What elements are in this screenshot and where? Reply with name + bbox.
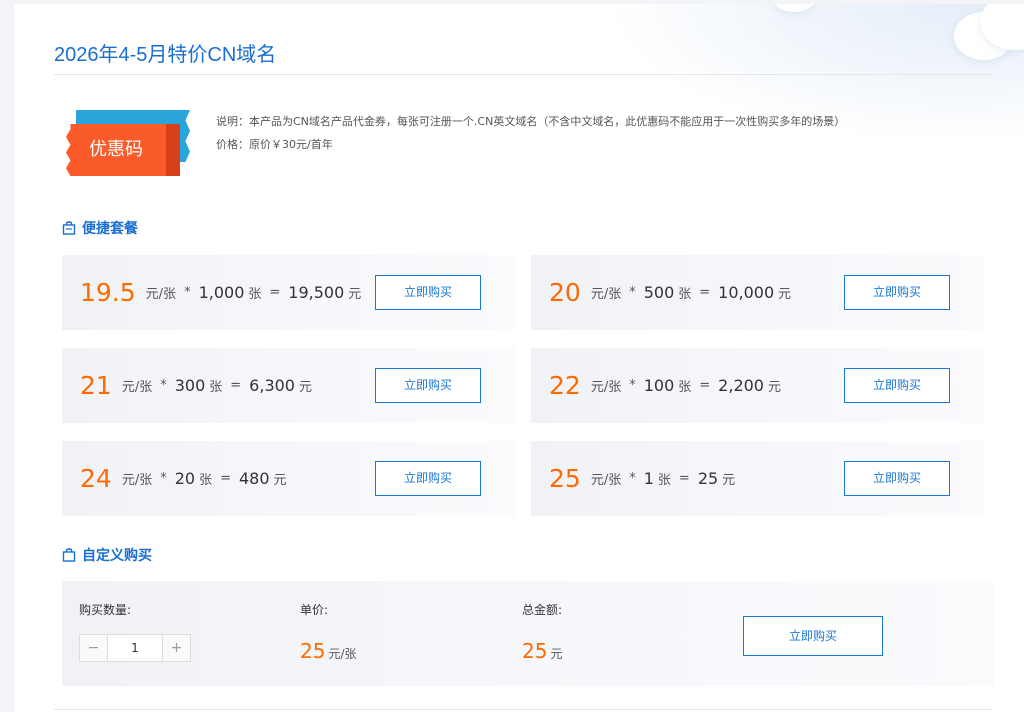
buy-now-button[interactable]: 立即购买 [844, 275, 950, 310]
package-price: 20 [549, 278, 581, 307]
package-total-unit: 元 [722, 473, 736, 488]
package-total: 480 [238, 469, 270, 488]
package-total: 19,500 [288, 283, 345, 302]
package-total: 2,200 [718, 376, 764, 395]
custom-purchase-heading-label: 自定义购买 [82, 548, 152, 564]
packages-heading-label: 便捷套餐 [82, 221, 138, 237]
package-formula: 19.5 元/张 * 1,000 张 = 19,500 元 [80, 255, 361, 330]
title-divider [54, 74, 992, 75]
package-card: 19.5 元/张 * 1,000 张 = 19,500 元 立即购买 [62, 255, 515, 330]
equals-sign: = [699, 285, 711, 300]
buy-now-button[interactable]: 立即购买 [375, 461, 481, 496]
package-price-unit: 元/张 [121, 473, 153, 488]
page-title: 2026年4-5月特价CN域名 [54, 44, 277, 66]
multiply-sign: * [629, 471, 636, 486]
package-price: 24 [80, 464, 112, 493]
coupon-graphic: 优惠码 [66, 110, 192, 180]
package-total-unit: 元 [767, 380, 781, 395]
package-price-unit: 元/张 [590, 380, 622, 395]
packages-heading: 便捷套餐 [62, 218, 138, 238]
price-line: 价格：原价￥30元/首年 [216, 138, 333, 151]
equals-sign: = [230, 378, 242, 393]
package-card: 24 元/张 * 20 张 = 480 元 立即购买 [62, 441, 515, 516]
increment-button[interactable]: + [162, 635, 190, 661]
package-total: 25 [697, 469, 719, 488]
package-price: 22 [549, 371, 581, 400]
package-price-unit: 元/张 [590, 287, 622, 302]
package-quantity-unit: 张 [678, 380, 692, 395]
equals-sign: = [699, 378, 711, 393]
multiply-sign: * [629, 378, 636, 393]
package-quantity-unit: 张 [209, 380, 223, 395]
shopping-bag-icon [62, 548, 76, 562]
package-quantity-unit: 张 [678, 287, 692, 302]
package-card: 20 元/张 * 500 张 = 10,000 元 立即购买 [531, 255, 984, 330]
product-description: 说明：本产品为CN域名产品代金券，每张可注册一个.CN英文域名（不含中文域名，此… [216, 110, 845, 156]
total-amount-value: 25 [522, 639, 548, 663]
package-quantity: 100 [643, 376, 675, 395]
package-card: 21 元/张 * 300 张 = 6,300 元 立即购买 [62, 348, 515, 423]
decrement-button[interactable]: − [80, 635, 108, 661]
total-amount-unit: 元 [550, 647, 563, 661]
multiply-sign: * [160, 378, 167, 393]
equals-sign: = [269, 285, 281, 300]
package-price-unit: 元/张 [145, 287, 177, 302]
cloud-decoration [774, 4, 814, 12]
shopping-bag-icon [62, 221, 76, 235]
equals-sign: = [220, 471, 231, 486]
multiply-sign: * [160, 471, 167, 486]
package-quantity: 1 [643, 469, 654, 488]
package-price-unit: 元/张 [590, 473, 622, 488]
bottom-divider [54, 709, 992, 710]
package-total-unit: 元 [298, 380, 312, 395]
package-card: 22 元/张 * 100 张 = 2,200 元 立即购买 [531, 348, 984, 423]
unit-price-label: 单价: [300, 603, 329, 617]
package-quantity-unit: 张 [248, 287, 262, 302]
package-formula: 22 元/张 * 100 张 = 2,200 元 [549, 348, 781, 423]
custom-purchase-panel: 购买数量: − 1 + 单价: 25 元/张 总金额: 25 元 立即购买 [62, 581, 994, 686]
package-total: 6,300 [249, 376, 295, 395]
package-total: 10,000 [718, 283, 775, 302]
multiply-sign: * [629, 285, 636, 300]
package-quantity: 500 [643, 283, 675, 302]
package-total-unit: 元 [778, 287, 792, 302]
package-price: 21 [80, 371, 112, 400]
total-amount-display: 25 元 [522, 639, 562, 663]
coupon-ribbon-fold [166, 124, 180, 176]
package-quantity: 20 [174, 469, 196, 488]
unit-price-value: 25 [300, 639, 326, 663]
description-line: 说明：本产品为CN域名产品代金券，每张可注册一个.CN英文域名（不含中文域名，此… [216, 115, 846, 128]
equals-sign: = [678, 471, 690, 486]
quantity-input[interactable]: 1 [108, 635, 162, 661]
package-quantity: 300 [174, 376, 206, 395]
buy-now-button[interactable]: 立即购买 [375, 368, 481, 403]
package-price: 19.5 [80, 278, 136, 307]
coupon-label: 优惠码 [89, 139, 143, 160]
unit-price-display: 25 元/张 [300, 639, 357, 663]
package-price: 25 [549, 464, 581, 493]
multiply-sign: * [184, 285, 191, 300]
page-container: 2026年4-5月特价CN域名 优惠码 说明：本产品为CN域名产品代金券，每张可… [14, 4, 1024, 712]
package-card: 25 元/张 * 1张 = 25 元 立即购买 [531, 441, 984, 516]
package-formula: 25 元/张 * 1张 = 25 元 [549, 441, 735, 516]
total-amount-label: 总金额: [522, 603, 563, 617]
package-total-unit: 元 [273, 473, 287, 488]
package-quantity: 1,000 [198, 283, 245, 302]
buy-now-button[interactable]: 立即购买 [844, 368, 950, 403]
buy-now-button[interactable]: 立即购买 [375, 275, 481, 310]
package-price-unit: 元/张 [121, 380, 153, 395]
package-total-unit: 元 [348, 287, 362, 302]
unit-price-unit: 元/张 [328, 647, 357, 661]
package-formula: 24 元/张 * 20 张 = 480 元 [80, 441, 287, 516]
quantity-label: 购买数量: [79, 603, 132, 617]
buy-now-button[interactable]: 立即购买 [844, 461, 950, 496]
package-quantity-unit: 张 [199, 473, 213, 488]
package-formula: 20 元/张 * 500 张 = 10,000 元 [549, 255, 791, 330]
package-quantity-unit: 张 [657, 473, 671, 488]
package-formula: 21 元/张 * 300 张 = 6,300 元 [80, 348, 312, 423]
quantity-stepper: − 1 + [79, 634, 191, 662]
custom-buy-now-button[interactable]: 立即购买 [743, 616, 883, 656]
custom-purchase-heading: 自定义购买 [62, 545, 152, 565]
